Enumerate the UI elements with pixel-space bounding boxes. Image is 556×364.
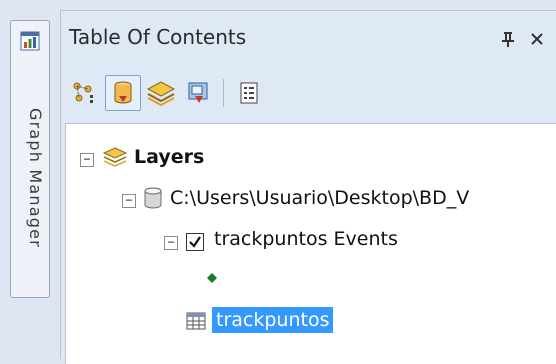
database-source-icon (114, 81, 132, 104)
table-of-contents-window: Table Of Contents − Layers − C:\Users\Us… (60, 10, 556, 364)
list-by-drawing-order-button[interactable] (67, 75, 103, 111)
options-button[interactable] (231, 75, 267, 111)
toolbar-separator (223, 79, 224, 107)
table-icon (186, 312, 206, 330)
events-visibility-checkbox[interactable] (186, 233, 204, 251)
layers-label[interactable]: Layers (134, 146, 204, 168)
list-drawing-order-icon (73, 82, 93, 103)
list-by-visibility-button[interactable] (143, 75, 179, 111)
workspace-collapse-toggle[interactable]: − (122, 194, 136, 208)
list-by-selection-button[interactable] (181, 75, 217, 111)
checkmark-icon (189, 236, 201, 248)
layers-collapse-toggle[interactable]: − (80, 153, 94, 167)
layers-icon (102, 147, 128, 167)
events-layer-label[interactable]: trackpuntos Events (214, 228, 398, 250)
selection-icon (188, 82, 208, 103)
toc-tree: − Layers − C:\Users\Usuario\Desktop\BD_V… (65, 123, 556, 364)
toc-toolbar (67, 71, 397, 115)
list-by-source-button[interactable] (105, 75, 141, 111)
graph-icon (20, 31, 40, 51)
database-icon (144, 187, 162, 209)
layers-visibility-icon (146, 81, 176, 107)
point-symbol-icon (207, 273, 217, 283)
close-icon[interactable] (529, 31, 545, 47)
graph-manager-tab[interactable]: Graph Manager (10, 20, 50, 298)
toc-title: Table Of Contents (69, 25, 247, 49)
events-collapse-toggle[interactable]: − (164, 236, 178, 250)
graph-manager-label: Graph Manager (26, 108, 45, 248)
pin-icon[interactable] (501, 31, 515, 47)
table-label-selected[interactable]: trackpuntos (212, 307, 334, 333)
workspace-path-label[interactable]: C:\Users\Usuario\Desktop\BD_V (170, 187, 469, 209)
left-dock: Graph Manager (0, 0, 58, 358)
options-list-icon (240, 82, 258, 104)
